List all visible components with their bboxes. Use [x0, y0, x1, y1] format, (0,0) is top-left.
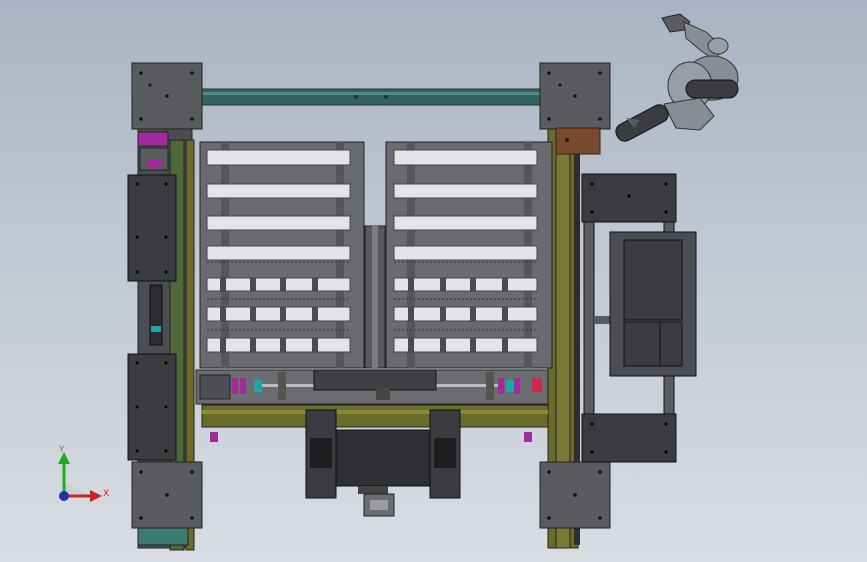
- cad-viewport[interactable]: Y X: [0, 0, 867, 562]
- x-axis-label: X: [103, 489, 109, 499]
- assembly-drawing: Y X: [58, 13, 739, 551]
- corner-plate-bottom-right: [539, 461, 611, 529]
- robot-arm: [615, 13, 739, 142]
- y-axis-label: Y: [58, 445, 65, 455]
- left-side-plate-upper: [127, 174, 177, 282]
- rack-right: [385, 141, 553, 369]
- corner-plate-top-right: [539, 62, 611, 130]
- brown-bracket: [555, 127, 601, 155]
- top-rod: [199, 88, 541, 106]
- coordinate-triad: Y X: [58, 445, 109, 502]
- corner-plate-bottom-left: [131, 461, 203, 529]
- right-station: [581, 173, 697, 463]
- left-side-plate-lower: [127, 353, 177, 461]
- lower-actuator: [195, 369, 549, 405]
- corner-plate-top-left: [131, 62, 203, 130]
- rack-left: [199, 141, 365, 369]
